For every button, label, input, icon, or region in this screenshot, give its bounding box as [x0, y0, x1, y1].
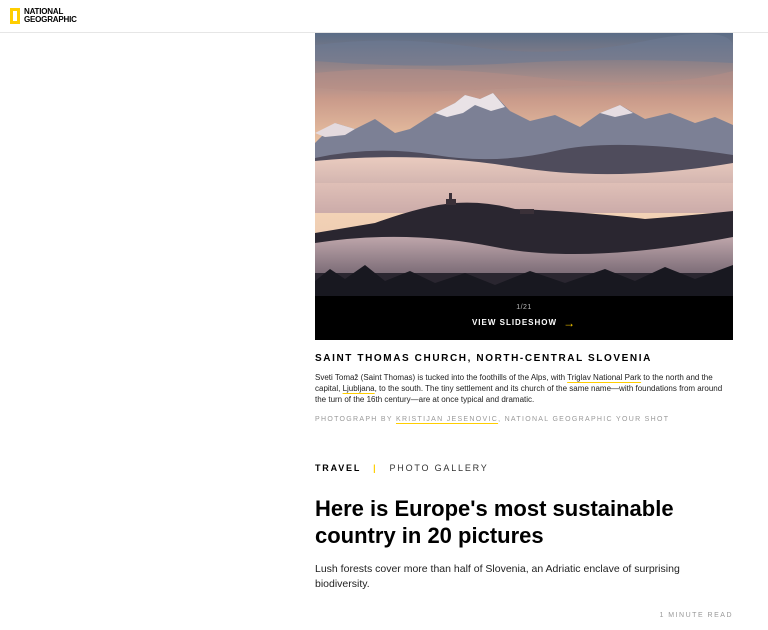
kicker-separator: | [373, 463, 378, 473]
natgeo-logo[interactable]: NATIONAL GEOGRAPHIC [10, 6, 77, 26]
caption-text-1: Sveti Tomaž (Saint Thomas) is tucked int… [315, 373, 568, 382]
slideshow-bar: 1/21 VIEW SLIDESHOW → [315, 296, 733, 340]
article-dek: Lush forests cover more than half of Slo… [315, 563, 680, 590]
photo-credit: PHOTOGRAPH BY KRISTIJAN JESENOVIC, NATIO… [315, 416, 735, 423]
logo-text: NATIONAL GEOGRAPHIC [24, 7, 77, 24]
yellow-border-icon [10, 8, 20, 24]
photographer-link[interactable]: KRISTIJAN JESENOVIC [396, 416, 498, 423]
slide-counter: 1/21 [516, 304, 532, 311]
view-slideshow-button[interactable]: VIEW SLIDESHOW → [315, 315, 733, 330]
subcategory-label: PHOTO GALLERY [389, 463, 489, 473]
caption-title: SAINT THOMAS CHURCH, NORTH-CENTRAL SLOVE… [315, 353, 652, 364]
read-time: 1 MINUTE READ [659, 612, 733, 619]
credit-suffix: , NATIONAL GEOGRAPHIC YOUR SHOT [498, 416, 670, 423]
ljubljana-link[interactable]: Ljubljana [343, 384, 375, 393]
category-link[interactable]: TRAVEL [315, 463, 361, 473]
view-slideshow-label: VIEW SLIDESHOW [471, 318, 558, 327]
article-headline: Here is Europe's most sustainable countr… [315, 496, 674, 548]
caption-body: Sveti Tomaž (Saint Thomas) is tucked int… [315, 372, 735, 405]
article-kicker: TRAVEL | PHOTO GALLERY [315, 463, 489, 473]
site-header: NATIONAL GEOGRAPHIC [0, 0, 768, 33]
caption-text-3: , to the south. The tiny settlement and … [315, 384, 723, 404]
arrow-right-icon: → [563, 315, 577, 330]
hero-image[interactable] [315, 33, 733, 296]
triglav-link[interactable]: Triglav National Park [567, 373, 641, 382]
landscape-photo [315, 33, 733, 296]
credit-prefix: PHOTOGRAPH BY [315, 416, 396, 423]
